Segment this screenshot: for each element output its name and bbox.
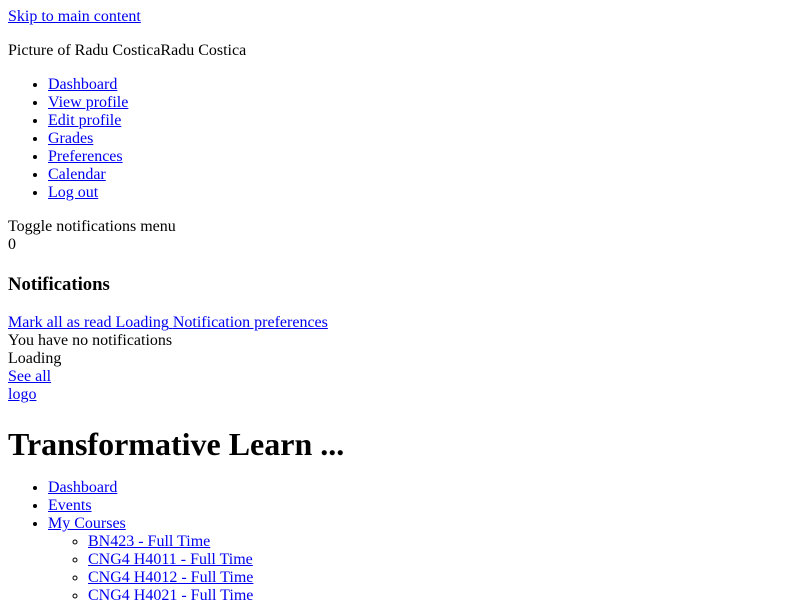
loading-icon: Loading (115, 314, 169, 331)
logo-row: logo (8, 386, 792, 404)
course-link-bn423[interactable]: BN423 - Full Time (88, 533, 210, 550)
user-menu-link-view-profile[interactable]: View profile (48, 94, 128, 111)
user-menu-link-preferences[interactable]: Preferences (48, 148, 123, 165)
user-menu-link-calendar[interactable]: Calendar (48, 166, 106, 183)
spinner-icon: Loading (8, 350, 62, 367)
loading-indicator: Loading (8, 350, 792, 368)
gear-icon: Notification preferences (172, 314, 328, 331)
user-menu-item-calendar: Calendar (48, 166, 792, 184)
check-icon: Mark all as read (8, 314, 112, 331)
loading-link[interactable]: Loading (116, 314, 173, 331)
user-menu-link-logout[interactable]: Log out (48, 184, 98, 201)
site-title: Transformative Learn ... (8, 426, 345, 462)
mark-all-read-link[interactable]: Mark all as read (8, 314, 116, 331)
main-nav-item-dashboard: Dashboard (48, 479, 792, 497)
course-link-cng4-h4012[interactable]: CNG4 H4012 - Full Time (88, 569, 253, 586)
see-all-row: See all (8, 368, 792, 386)
course-item: CNG4 H4011 - Full Time (88, 551, 792, 569)
course-item: CNG4 H4012 - Full Time (88, 569, 792, 587)
main-nav-item-events: Events (48, 497, 792, 515)
bell-icon[interactable]: Toggle notifications menu (8, 218, 176, 235)
course-item: BN423 - Full Time (88, 533, 792, 551)
see-all-link[interactable]: See all (8, 368, 51, 385)
notifications-toggle[interactable]: Toggle notifications menu (8, 218, 792, 236)
main-nav-link-dashboard[interactable]: Dashboard (48, 479, 117, 496)
notification-count-badge: 0 (8, 236, 16, 253)
user-avatar: Picture of Radu Costica (8, 42, 161, 59)
user-menu: Dashboard View profile Edit profile Grad… (8, 76, 792, 202)
logo-image: logo (8, 386, 37, 403)
user-menu-link-edit-profile[interactable]: Edit profile (48, 112, 121, 129)
courses-list: BN423 - Full Time CNG4 H4011 - Full Time… (48, 533, 792, 600)
user-menu-item-grades: Grades (48, 130, 792, 148)
skip-to-main-link[interactable]: Skip to main content (8, 8, 141, 25)
user-menu-item-dashboard: Dashboard (48, 76, 792, 94)
main-nav: Dashboard Events My Courses BN423 - Full… (8, 479, 792, 600)
user-name: Radu Costica (160, 42, 247, 59)
user-menu-item-preferences: Preferences (48, 148, 792, 166)
user-menu-item-view-profile: View profile (48, 94, 792, 112)
user-menu-item-logout: Log out (48, 184, 792, 202)
logo-link[interactable]: logo (8, 386, 36, 403)
notifications-heading: Notifications (8, 274, 110, 295)
user-menu-link-grades[interactable]: Grades (48, 130, 93, 147)
course-link-cng4-h4021[interactable]: CNG4 H4021 - Full Time (88, 587, 253, 600)
course-link-cng4-h4011[interactable]: CNG4 H4011 - Full Time (88, 551, 253, 568)
no-notifications-text: You have no notifications (8, 332, 173, 349)
notifications-actions: Mark all as read Loading Notification pr… (8, 314, 792, 332)
user-info: Picture of Radu CosticaRadu Costica (8, 42, 792, 60)
user-menu-item-edit-profile: Edit profile (48, 112, 792, 130)
page: Skip to main content Picture of Radu Cos… (0, 8, 800, 600)
notification-preferences-link[interactable]: Notification preferences (173, 314, 328, 331)
skip-link-row: Skip to main content (8, 8, 792, 26)
main-nav-link-events[interactable]: Events (48, 497, 92, 514)
main-nav-item-my-courses: My Courses BN423 - Full Time CNG4 H4011 … (48, 515, 792, 600)
course-item: CNG4 H4021 - Full Time (88, 587, 792, 600)
user-menu-link-dashboard[interactable]: Dashboard (48, 76, 117, 93)
main-nav-link-my-courses[interactable]: My Courses (48, 515, 126, 532)
